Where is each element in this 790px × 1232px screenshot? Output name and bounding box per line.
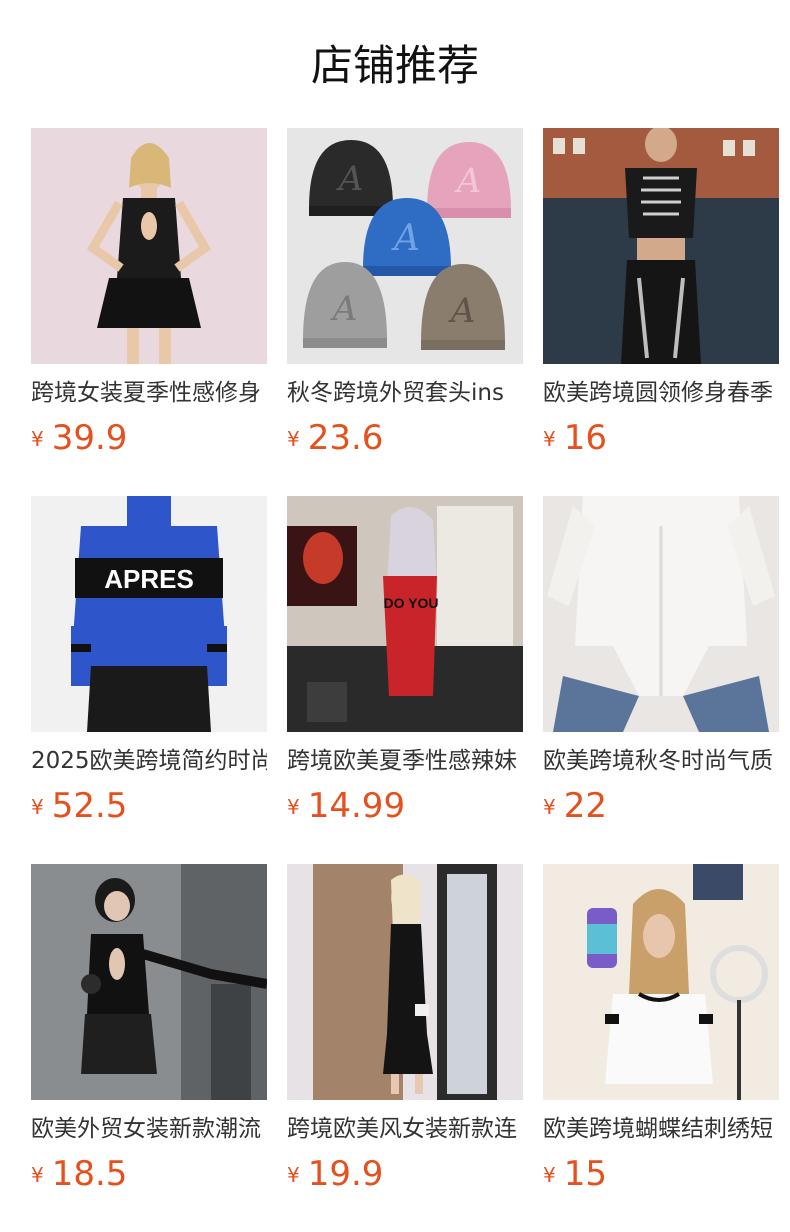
product-image[interactable] (543, 496, 779, 732)
product-card[interactable]: 欧美跨境圆领修身春季 ¥16 (543, 128, 779, 458)
product-card[interactable]: 欧美跨境秋冬时尚气质 ¥22 (543, 496, 779, 826)
product-name[interactable]: 跨境欧美夏季性感辣妹 (287, 744, 523, 778)
product-image[interactable] (287, 864, 523, 1100)
product-price: ¥18.5 (31, 1154, 127, 1194)
store-recommendations-page: 店铺推荐 跨境女装夏季性感修身 ¥ 39.9 A A A A A 秋冬跨境外贸套… (0, 0, 790, 1232)
product-price: ¥52.5 (31, 786, 127, 826)
product-name[interactable]: 欧美跨境圆领修身春季 (543, 376, 779, 410)
price-value: 14.99 (307, 786, 406, 826)
product-card[interactable]: 跨境女装夏季性感修身 ¥39.9 (31, 128, 267, 458)
product-price: ¥39.9 (31, 418, 127, 458)
svg-text:A: A (336, 159, 364, 199)
price-value: 23.6 (307, 418, 384, 458)
price-value: 16 (563, 418, 607, 458)
product-price: ¥14.99 (287, 786, 405, 826)
product-image[interactable] (31, 864, 267, 1100)
svg-text:A: A (330, 289, 358, 329)
product-price: ¥16 (543, 418, 607, 458)
currency-symbol: ¥ (543, 795, 556, 819)
dress-print-text: DO YOU (384, 595, 439, 611)
currency-symbol: ¥ (287, 795, 300, 819)
svg-text:A: A (448, 291, 476, 331)
product-image[interactable]: DO YOU (287, 496, 523, 732)
product-price: ¥15 (543, 1154, 607, 1194)
product-name[interactable]: 欧美跨境秋冬时尚气质 (543, 744, 779, 778)
product-name[interactable]: 跨境女装夏季性感修身 (31, 376, 267, 410)
product-card[interactable]: 欧美外贸女装新款潮流 ¥18.5 (31, 864, 267, 1194)
sweater-print-text: APRES (104, 564, 194, 594)
currency-symbol: ¥ (287, 427, 300, 451)
price-value: 19.9 (307, 1154, 384, 1194)
product-grid: 跨境女装夏季性感修身 ¥39.9 A A A A A 秋冬跨境外贸套头ins ¥… (31, 128, 779, 1194)
product-card[interactable]: DO YOU 跨境欧美夏季性感辣妹 ¥14.99 (287, 496, 523, 826)
currency-symbol: ¥ (31, 795, 44, 819)
product-card[interactable]: 跨境欧美风女装新款连 ¥19.9 (287, 864, 523, 1194)
product-name[interactable]: 跨境欧美风女装新款连 (287, 1112, 523, 1146)
currency-symbol: ¥ (543, 1163, 556, 1187)
product-price: ¥19.9 (287, 1154, 383, 1194)
currency-symbol: ¥ (31, 427, 44, 451)
product-image[interactable] (543, 128, 779, 364)
currency-symbol: ¥ (543, 427, 556, 451)
section-title: 店铺推荐 (310, 41, 479, 90)
product-image[interactable]: APRES (31, 496, 267, 732)
svg-text:A: A (454, 161, 482, 201)
product-name[interactable]: 2025欧美跨境简约时尚 (31, 744, 267, 778)
product-image[interactable] (31, 128, 267, 364)
price-value: 18.5 (51, 1154, 128, 1194)
product-name[interactable]: 欧美跨境蝴蝶结刺绣短 (543, 1112, 779, 1146)
price-value: 39.9 (51, 418, 128, 458)
product-card[interactable]: 欧美跨境蝴蝶结刺绣短 ¥15 (543, 864, 779, 1194)
product-image[interactable] (543, 864, 779, 1100)
product-card[interactable]: A A A A A 秋冬跨境外贸套头ins ¥23.6 (287, 128, 523, 458)
product-card[interactable]: APRES 2025欧美跨境简约时尚 ¥52.5 (31, 496, 267, 826)
product-price: ¥22 (543, 786, 607, 826)
currency-symbol: ¥ (31, 1163, 44, 1187)
product-name[interactable]: 秋冬跨境外贸套头ins (287, 376, 523, 410)
price-value: 22 (563, 786, 607, 826)
product-name[interactable]: 欧美外贸女装新款潮流 (31, 1112, 267, 1146)
price-value: 15 (563, 1154, 607, 1194)
currency-symbol: ¥ (287, 1163, 300, 1187)
product-image[interactable]: A A A A A (287, 128, 523, 364)
svg-text:A: A (391, 218, 420, 259)
price-value: 52.5 (51, 786, 128, 826)
product-price: ¥23.6 (287, 418, 383, 458)
